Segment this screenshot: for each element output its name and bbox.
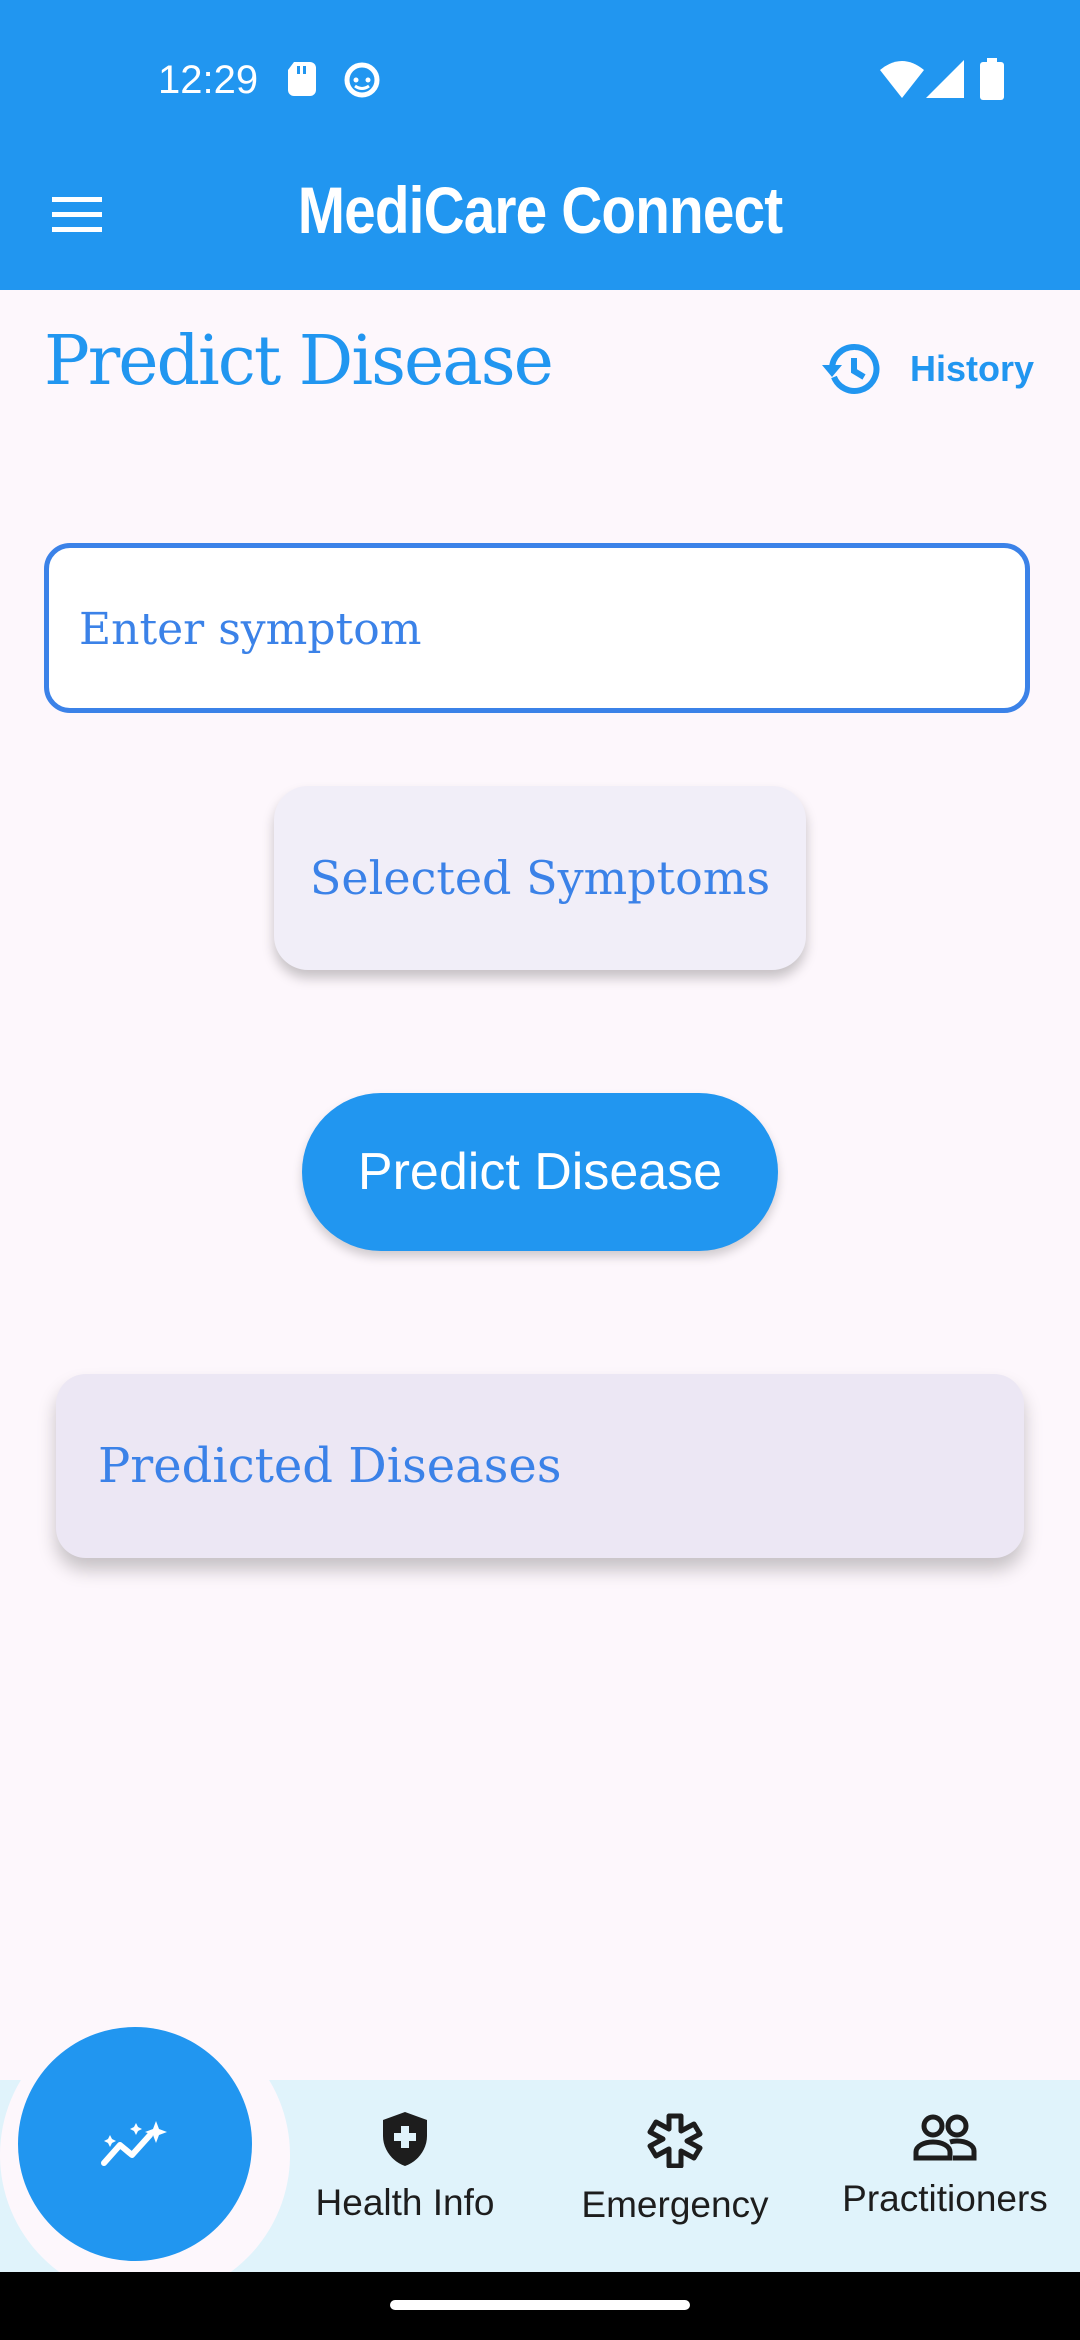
page-title: Predict Disease xyxy=(44,322,554,401)
predicted-diseases-card: Predicted Diseases xyxy=(56,1374,1024,1558)
battery-icon xyxy=(980,58,1004,104)
nav-health-info-label: Health Info xyxy=(315,2182,495,2223)
selected-symptoms-label: Selected Symptoms xyxy=(309,851,771,905)
predicted-diseases-label: Predicted Diseases xyxy=(98,1438,562,1494)
selected-symptoms-card[interactable]: Selected Symptoms xyxy=(274,786,806,970)
nav-emergency-label: Emergency xyxy=(581,2184,769,2225)
shield-plus-icon xyxy=(383,2112,427,2166)
medical-star-icon xyxy=(647,2113,703,2168)
symptom-input-container xyxy=(44,543,1030,713)
notification-face-icon xyxy=(344,62,380,102)
nav-practitioners-label: Practitioners xyxy=(842,2178,1048,2219)
predict-fab-button[interactable] xyxy=(18,2027,252,2261)
history-icon xyxy=(822,343,880,394)
history-label: History xyxy=(910,348,1035,389)
nav-emergency[interactable]: Emergency xyxy=(545,2112,805,2226)
signal-icon xyxy=(926,60,964,102)
home-gesture-handle[interactable] xyxy=(390,2300,690,2310)
history-button[interactable]: History xyxy=(822,334,1034,404)
people-icon xyxy=(913,2114,977,2161)
nav-practitioners[interactable]: Practitioners xyxy=(815,2112,1075,2220)
nav-health-info[interactable]: Health Info xyxy=(275,2112,535,2224)
symptom-input[interactable] xyxy=(77,548,1001,710)
predict-sparkle-icon xyxy=(101,2121,167,2166)
predict-disease-button[interactable]: Predict Disease xyxy=(302,1093,778,1251)
wifi-icon xyxy=(880,60,924,102)
app-title: MediCare Connect xyxy=(297,173,783,247)
status-time: 12:29 xyxy=(158,58,259,102)
status-bar: 12:29 xyxy=(0,0,1080,160)
sd-card-icon xyxy=(288,62,316,100)
